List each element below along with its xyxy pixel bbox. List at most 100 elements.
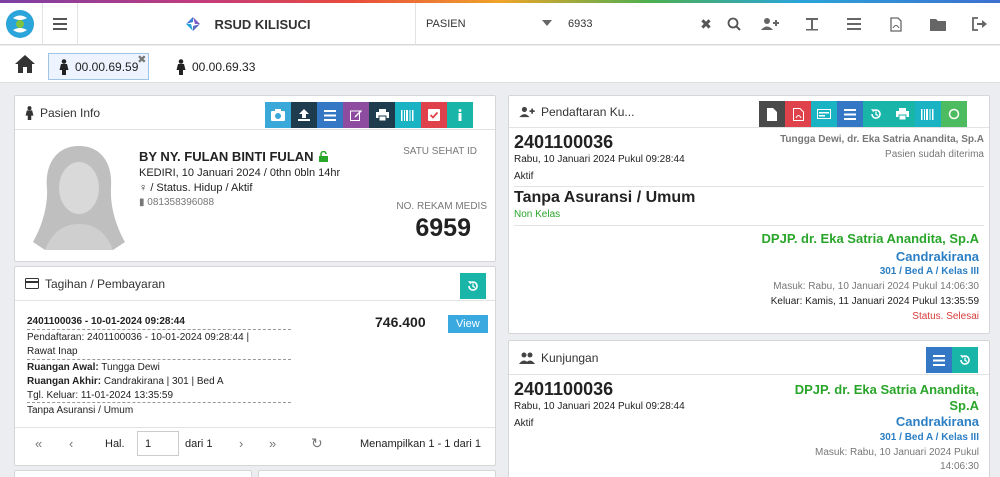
info-button[interactable]: [447, 102, 473, 128]
list-icon: [847, 18, 861, 30]
ruangan-awal-label: Ruangan Awal:: [27, 362, 99, 373]
camera-icon: [271, 109, 285, 121]
clear-search-button[interactable]: ✖: [692, 3, 720, 45]
pendaftaran-keluar: Keluar: Kamis, 11 Januari 2024 Pukul 13:…: [770, 296, 979, 307]
search-input-value: 6933: [568, 18, 593, 30]
bottom-panel-right: [258, 470, 496, 477]
tab-patient-1[interactable]: 00.00.69.59 ✖: [48, 53, 150, 80]
patient-status: ♀ / Status. Hidup / Aktif: [139, 182, 252, 194]
dash-divider: [27, 402, 291, 403]
next-page-icon[interactable]: ›: [239, 436, 243, 451]
status-button[interactable]: [941, 101, 967, 127]
list-button[interactable]: [317, 102, 343, 128]
menu-toggle-button[interactable]: [42, 3, 78, 45]
prev-page-icon[interactable]: ‹: [69, 436, 73, 451]
check-square-icon: [428, 109, 440, 121]
list-button[interactable]: [840, 3, 868, 45]
dash-divider: [27, 359, 291, 360]
checklist-button[interactable]: [421, 102, 447, 128]
brand-name: RSUD KILISUCI: [214, 16, 311, 32]
search-input[interactable]: 6933: [568, 3, 698, 45]
upload-icon: [298, 109, 310, 121]
kunjungan-reg-date: Rabu, 10 Januari 2024 Pukul 09:28:44: [514, 401, 685, 412]
pendaftaran-status: Status. Selesai: [912, 311, 979, 322]
kunjungan-dpjp-line1: DPJP. dr. Eka Satria Anandita,: [794, 382, 979, 397]
search-category-select[interactable]: PASIEN: [418, 3, 558, 45]
unlock-icon: [319, 150, 329, 162]
kunjungan-panel: Kunjungan 2401100036 Rabu, 10 Januari 20…: [508, 340, 990, 477]
satu-sehat-label: SATU SEHAT ID: [403, 146, 477, 157]
tagihan-tgl-keluar: Tgl. Keluar: 11-01-2024 13:35:59: [27, 390, 174, 401]
history-button[interactable]: [863, 101, 889, 127]
list-button[interactable]: [837, 101, 863, 127]
refresh-icon[interactable]: ↻: [311, 435, 323, 452]
print-button[interactable]: [369, 102, 395, 128]
pendaftaran-title: Pendaftaran Ku...: [541, 104, 635, 119]
barcode-button[interactable]: [915, 101, 941, 127]
kunjungan-dpjp-line2: Sp.A: [949, 398, 979, 413]
page-count: dari 1: [185, 438, 213, 450]
tab-patient-2-label: 00.00.69.33: [192, 59, 256, 74]
pdf-button[interactable]: [882, 3, 910, 45]
pendaftaran-ruang: Candrakirana: [895, 249, 979, 264]
card-button[interactable]: [811, 101, 837, 127]
patient-tab-bar: 00.00.69.59 ✖ 00.00.69.33: [0, 46, 1000, 83]
refresh-button[interactable]: [460, 273, 486, 299]
patient-photo-placeholder: [25, 138, 133, 250]
tagihan-ruangan-akhir: Ruangan Akhir: Candrakirana | 301 | Bed …: [27, 376, 224, 387]
history-button[interactable]: [952, 347, 978, 373]
print-icon: [375, 109, 389, 121]
tagihan-pendaftaran: Pendaftaran: 2401100036 - 10-01-2024 09:…: [27, 332, 250, 343]
first-page-icon[interactable]: «: [35, 436, 42, 451]
pendaftaran-masuk: Masuk: Rabu, 10 Januari 2024 Pukul 14:06…: [773, 281, 979, 292]
female-icon: [176, 58, 186, 75]
list-icon: [844, 108, 856, 120]
patient-status-text: / Status. Hidup / Aktif: [150, 182, 253, 194]
print-button[interactable]: [889, 101, 915, 127]
pagination: « ‹ Hal. 1 dari 1 › » ↻ Menampilkan 1 - …: [15, 427, 495, 459]
ruangan-awal-value: Tungga Dewi: [101, 362, 160, 373]
edit-button[interactable]: [343, 102, 369, 128]
kunjungan-toolbar: [926, 347, 978, 373]
search-category-value: PASIEN: [426, 18, 466, 30]
folder-button[interactable]: [924, 3, 952, 45]
patient-name-text: BY NY. FULAN BINTI FULAN: [139, 149, 314, 164]
text-button[interactable]: [798, 3, 826, 45]
page-label: Hal.: [105, 438, 125, 450]
circle-icon: [948, 108, 960, 120]
upload-button[interactable]: [291, 102, 317, 128]
close-icon[interactable]: ✖: [137, 53, 146, 66]
text-icon: [806, 18, 818, 31]
search-icon: [727, 17, 741, 31]
barcode-button[interactable]: [395, 102, 421, 128]
app-logo[interactable]: [0, 3, 40, 45]
rm-label: NO. REKAM MEDIS: [396, 201, 487, 212]
view-button[interactable]: View: [448, 315, 488, 333]
pendaftaran-panel: Pendaftaran Ku... 2401100036 Rabu, 10 Ja…: [508, 95, 990, 334]
close-icon: ✖: [700, 15, 712, 32]
top-navbar: RSUD KILISUCI PASIEN 6933 ✖: [0, 3, 1000, 45]
logout-button[interactable]: [966, 3, 994, 45]
pasien-info-toolbar: [265, 102, 473, 128]
page-input[interactable]: 1: [137, 431, 179, 456]
female-symbol-icon: ♀: [139, 182, 151, 194]
home-button[interactable]: [14, 54, 38, 76]
last-page-icon[interactable]: »: [269, 436, 276, 451]
add-patient-button[interactable]: [756, 3, 784, 45]
pasien-info-panel: Pasien Info BY NY. FULAN BINTI FULAN KED…: [14, 95, 496, 262]
kunjungan-reg-no: 2401100036: [514, 379, 614, 399]
file-icon: [767, 107, 777, 121]
camera-button[interactable]: [265, 102, 291, 128]
tab-patient-2[interactable]: 00.00.69.33: [166, 53, 265, 80]
pendaftaran-reg-no: 2401100036: [514, 132, 614, 152]
female-icon: [25, 105, 34, 120]
history-icon: [960, 355, 970, 365]
list-button[interactable]: [926, 347, 952, 373]
user-plus-icon: [519, 106, 535, 117]
tagihan-panel: Tagihan / Pembayaran 2401100036 - 10-01-…: [14, 266, 496, 466]
pendaftaran-room-doc: Tungga Dewi, dr. Eka Satria Anandita, Sp…: [780, 134, 984, 145]
pdf-button[interactable]: [785, 101, 811, 127]
search-button[interactable]: [720, 3, 748, 45]
document-button[interactable]: [759, 101, 785, 127]
kunjungan-aktif: Aktif: [514, 418, 534, 429]
